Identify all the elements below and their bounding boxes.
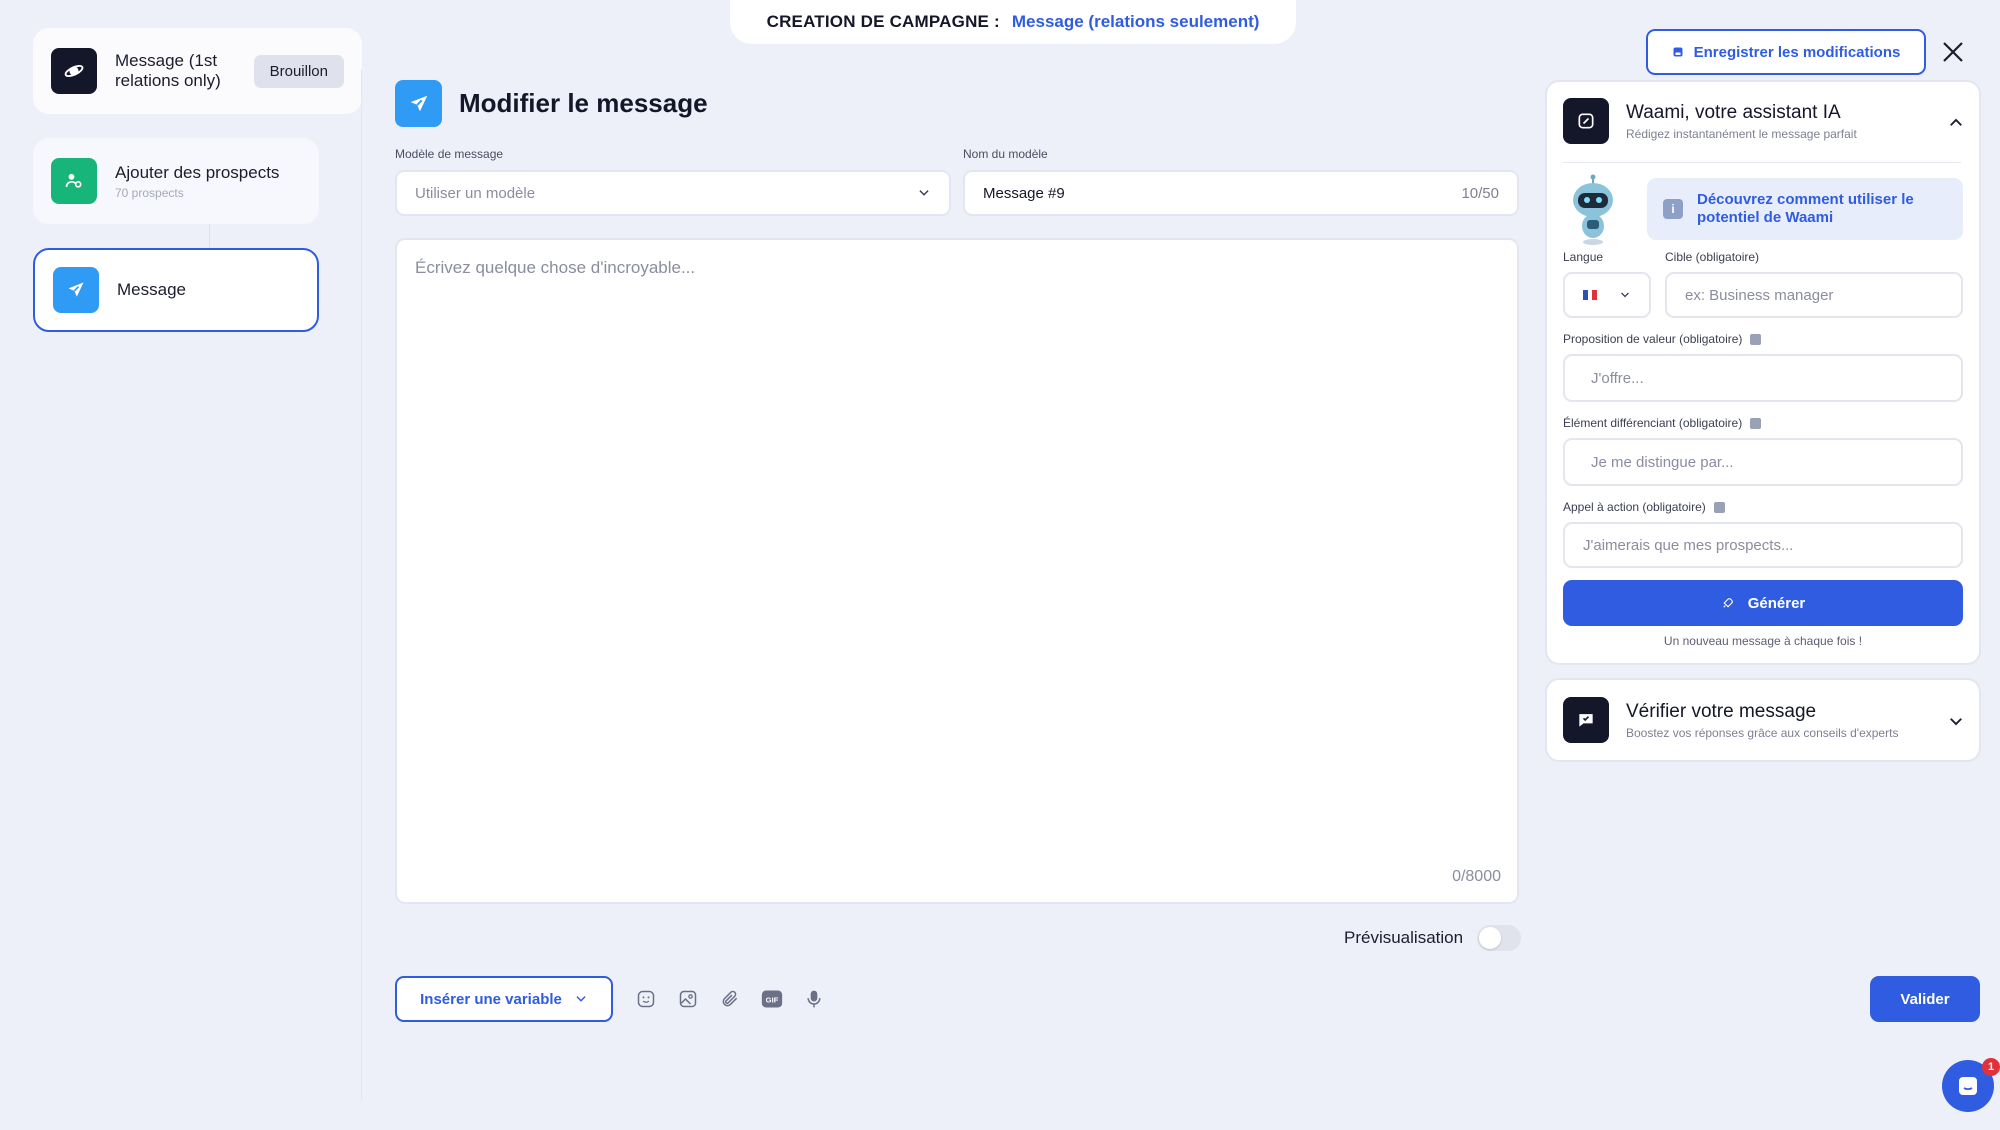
info-icon[interactable] bbox=[1750, 417, 1762, 429]
chevron-down-icon[interactable] bbox=[1947, 712, 1965, 730]
insert-variable-button[interactable]: Insérer une variable bbox=[395, 976, 613, 1022]
ai-assistant-subtitle: Rédigez instantanément le message parfai… bbox=[1626, 126, 1857, 141]
language-select[interactable] bbox=[1563, 272, 1651, 318]
info-icon: i bbox=[1663, 199, 1683, 219]
gif-icon[interactable]: GIF bbox=[761, 988, 783, 1010]
step-title: Message (1st relations only) bbox=[115, 51, 221, 90]
validate-button[interactable]: Valider bbox=[1870, 976, 1980, 1022]
differentiator-placeholder: Je me distingue par... bbox=[1591, 453, 1734, 471]
ai-assistant-header[interactable]: Waami, votre assistant IA Rédigez instan… bbox=[1563, 98, 1857, 144]
campaign-banner-value: Message (relations seulement) bbox=[1011, 12, 1260, 31]
campaign-banner: CREATION DE CAMPAGNE : Message (relation… bbox=[730, 0, 1296, 44]
step-message-1st-relations[interactable]: Message (1st relations only) Brouillon bbox=[33, 28, 362, 114]
cta-label: Appel à action (obligatoire) bbox=[1563, 500, 1725, 514]
template-name-input[interactable]: Message #9 10/50 bbox=[963, 170, 1519, 216]
edit-sparkle-icon bbox=[1563, 98, 1609, 144]
chevron-down-icon bbox=[919, 190, 929, 196]
verify-message-header: Vérifier votre message Boostez vos répon… bbox=[1563, 697, 1898, 743]
editor-header: Modifier le message bbox=[395, 80, 708, 127]
value-prop-label-text: Proposition de valeur (obligatoire) bbox=[1563, 332, 1743, 346]
draft-badge: Brouillon bbox=[253, 55, 344, 88]
chevron-down-icon bbox=[576, 996, 586, 1002]
editor-toolbar: Insérer une variable GIF bbox=[395, 976, 825, 1022]
step-title: Ajouter des prospects bbox=[115, 162, 280, 182]
generate-label: Générer bbox=[1747, 594, 1806, 612]
page-title: Modifier le message bbox=[459, 88, 708, 118]
target-placeholder: ex: Business manager bbox=[1685, 286, 1834, 304]
attachment-icon[interactable] bbox=[719, 988, 741, 1010]
microphone-icon[interactable] bbox=[803, 988, 825, 1010]
target-input[interactable]: ex: Business manager bbox=[1665, 272, 1963, 318]
verify-message-subtitle: Boostez vos réponses grâce aux conseils … bbox=[1626, 725, 1899, 740]
step-subtitle: 70 prospects bbox=[115, 185, 184, 200]
chat-icon bbox=[1959, 1077, 1977, 1095]
message-check-icon bbox=[1563, 697, 1609, 743]
generate-note: Un nouveau message à chaque fois ! bbox=[1663, 634, 1863, 648]
image-icon[interactable] bbox=[677, 988, 699, 1010]
send-icon bbox=[395, 80, 442, 127]
preview-toggle[interactable] bbox=[1477, 925, 1522, 951]
chevron-down-icon bbox=[1621, 292, 1629, 298]
step-connector bbox=[209, 224, 210, 248]
template-placeholder: Utiliser un modèle bbox=[415, 184, 536, 202]
language-label-text: Langue bbox=[1563, 250, 1604, 264]
differentiator-input[interactable]: Je me distingue par... bbox=[1563, 438, 1963, 486]
step-title: Message bbox=[117, 280, 186, 299]
preview-control: Prévisualisation bbox=[1344, 925, 1522, 951]
value-prop-placeholder: J'offre... bbox=[1591, 369, 1644, 387]
save-changes-label: Enregistrer les modifications bbox=[1693, 43, 1901, 61]
generate-button[interactable]: Générer bbox=[1563, 580, 1963, 626]
cta-input[interactable]: J'aimerais que mes prospects... bbox=[1563, 522, 1963, 568]
step-add-prospects[interactable]: Ajouter des prospects 70 prospects bbox=[33, 138, 319, 224]
target-label-text: Cible (obligatoire) bbox=[1665, 250, 1760, 264]
waami-tip-link[interactable]: i Découvrez comment utiliser le potentie… bbox=[1647, 178, 1963, 240]
target-label: Cible (obligatoire) bbox=[1665, 250, 1759, 264]
support-chat-button[interactable]: 1 bbox=[1942, 1058, 2000, 1112]
divider bbox=[1563, 162, 1961, 163]
send-icon bbox=[53, 267, 99, 313]
gif-icon-label: GIF bbox=[766, 995, 779, 1004]
verify-message-title: Vérifier votre message bbox=[1626, 700, 1817, 722]
cta-label-text: Appel à action (obligatoire) bbox=[1563, 500, 1706, 514]
user-location-icon bbox=[51, 158, 97, 204]
waami-tip-text: Découvrez comment utiliser le potentiel … bbox=[1697, 191, 1914, 226]
ai-assistant-title: Waami, votre assistant IA bbox=[1626, 101, 1841, 123]
message-char-count: 0/8000 bbox=[1452, 868, 1501, 885]
toggle-knob bbox=[1479, 927, 1502, 949]
notification-badge: 1 bbox=[1982, 1058, 2000, 1076]
close-icon[interactable] bbox=[1941, 40, 1965, 64]
insert-variable-label: Insérer une variable bbox=[420, 990, 562, 1008]
template-name-count: 10/50 bbox=[1461, 184, 1499, 202]
template-select[interactable]: Utiliser un modèle bbox=[395, 170, 951, 216]
info-icon[interactable] bbox=[1713, 501, 1725, 513]
planet-icon bbox=[51, 48, 97, 94]
chevron-up-icon[interactable] bbox=[1947, 114, 1965, 132]
step-message[interactable]: Message bbox=[33, 248, 319, 332]
emoji-icon[interactable] bbox=[635, 988, 657, 1010]
template-label: Modèle de message bbox=[395, 147, 504, 161]
template-name-label: Nom du modèle bbox=[963, 147, 1048, 161]
rocket-icon bbox=[1723, 597, 1733, 608]
value-prop-label: Proposition de valeur (obligatoire) bbox=[1563, 332, 1762, 346]
ai-assistant-card: Waami, votre assistant IA Rédigez instan… bbox=[1545, 80, 1981, 665]
tool-icons: GIF bbox=[635, 988, 825, 1010]
verify-message-card[interactable]: Vérifier votre message Boostez vos répon… bbox=[1545, 678, 1981, 762]
robot-mascot-icon bbox=[1573, 174, 1613, 245]
sidebar-divider bbox=[361, 70, 362, 1100]
template-name-value: Message #9 bbox=[983, 184, 1065, 202]
save-icon bbox=[1673, 47, 1683, 57]
france-flag-icon bbox=[1583, 290, 1598, 300]
preview-label: Prévisualisation bbox=[1344, 928, 1464, 947]
campaign-banner-label: CREATION DE CAMPAGNE : bbox=[766, 12, 1000, 31]
value-prop-input[interactable]: J'offre... bbox=[1563, 354, 1963, 402]
language-label: Langue bbox=[1563, 250, 1603, 264]
differentiator-label: Élément différenciant (obligatoire) bbox=[1563, 416, 1762, 430]
info-icon[interactable] bbox=[1750, 333, 1762, 345]
save-changes-button[interactable]: Enregistrer les modifications bbox=[1646, 29, 1926, 75]
cta-placeholder: J'aimerais que mes prospects... bbox=[1583, 536, 1794, 554]
differentiator-label-text: Élément différenciant (obligatoire) bbox=[1563, 416, 1743, 430]
message-placeholder: Écrivez quelque chose d'incroyable... bbox=[415, 258, 696, 277]
message-editor[interactable]: Écrivez quelque chose d'incroyable... 0/… bbox=[395, 238, 1519, 904]
